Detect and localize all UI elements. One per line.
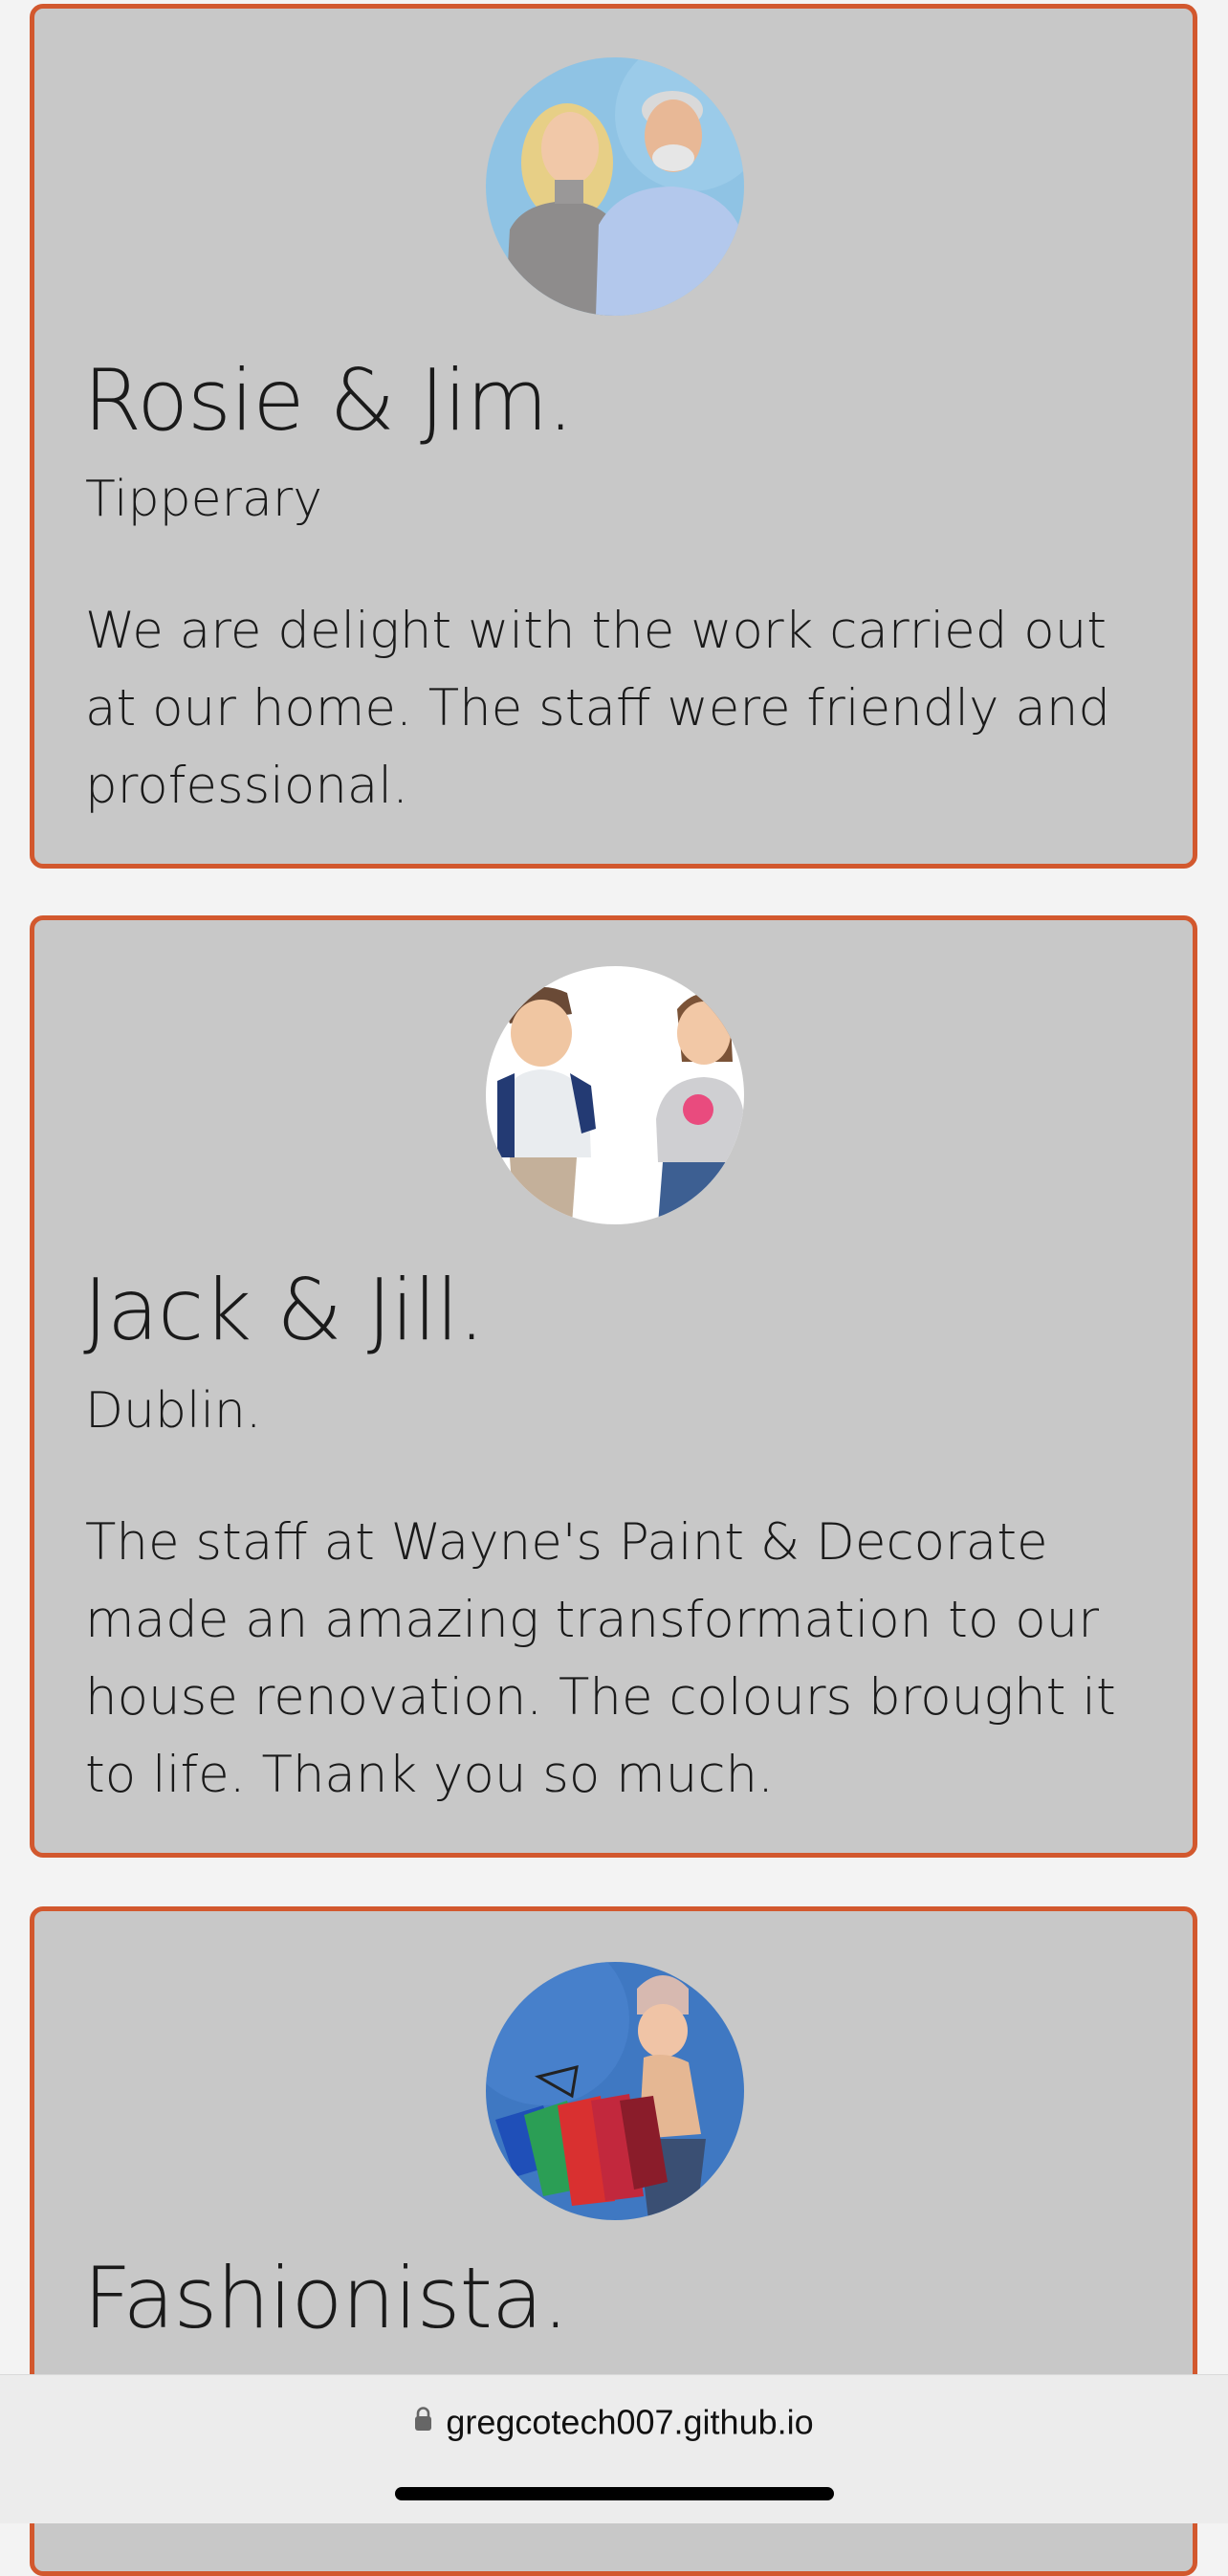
url-text: gregcotech007.github.io [446, 2402, 814, 2442]
url-display[interactable]: gregcotech007.github.io [0, 2400, 1228, 2442]
lock-icon [415, 2407, 432, 2432]
home-indicator[interactable] [395, 2487, 834, 2500]
testimonial-location: Dublin. [85, 1382, 262, 1440]
testimonial-card: Rosie & Jim. Tipperary We are delight wi… [30, 4, 1197, 869]
testimonial-name: Jack & Jill. [83, 1261, 485, 1359]
testimonial-name: Fashionista. [83, 2249, 569, 2347]
testimonial-card: Jack & Jill. Dublin. The staff at Wayne'… [30, 915, 1197, 1858]
testimonial-quote: The staff at Wayne's Paint & Decorate ma… [85, 1513, 1116, 1804]
browser-url-bar[interactable]: gregcotech007.github.io [0, 2374, 1228, 2523]
cartoon-couple-icon [486, 966, 744, 1224]
shopping-woman-photo-icon [486, 1962, 744, 2220]
couple-photo-icon [486, 57, 744, 316]
testimonial-name: Rosie & Jim. [83, 351, 574, 450]
testimonial-quote: We are delight with the work carried out… [85, 602, 1111, 815]
testimonial-location: Tipperary [85, 471, 323, 528]
